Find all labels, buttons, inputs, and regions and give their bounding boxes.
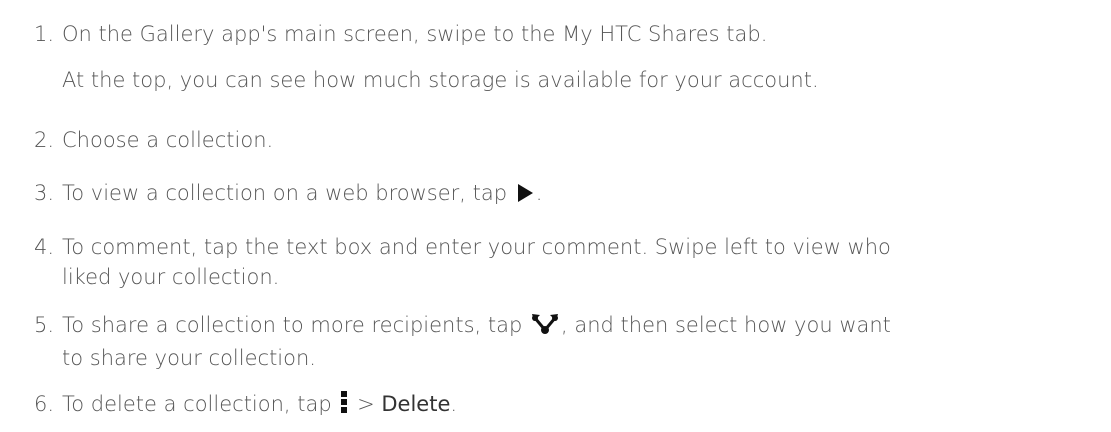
step-text: To delete a collection, tap > Delete. bbox=[62, 389, 1100, 422]
step-number: 4. bbox=[33, 235, 54, 259]
play-icon bbox=[516, 181, 534, 211]
step-6-text-after: . bbox=[450, 392, 458, 416]
step-1: 1. On the Gallery app's main screen, swi… bbox=[0, 19, 1100, 95]
step-4: 4. To comment, tap the text box and ente… bbox=[0, 232, 1100, 292]
step-1-main-text: On the Gallery app's main screen, swipe … bbox=[62, 22, 768, 46]
step-5-line1: To share a collection to more recipients… bbox=[62, 310, 1100, 343]
menu-separator: > bbox=[357, 392, 375, 416]
step-5: 5. To share a collection to more recipie… bbox=[0, 310, 1100, 373]
step-5-text-after: , and then select how you want bbox=[561, 313, 891, 337]
step-3-text-after: . bbox=[535, 181, 543, 205]
step-6: 6. To delete a collection, tap > Delete. bbox=[0, 389, 1100, 422]
step-number: 5. bbox=[33, 313, 54, 337]
share-icon bbox=[531, 313, 559, 343]
step-4-line2: liked your collection. bbox=[62, 265, 280, 289]
step-text: To share a collection to more recipients… bbox=[62, 310, 1100, 373]
more-icon bbox=[340, 390, 348, 422]
step-text: On the Gallery app's main screen, swipe … bbox=[62, 19, 1100, 95]
step-number: 6. bbox=[33, 392, 54, 416]
step-1-subtext: At the top, you can see how much storage… bbox=[62, 68, 819, 92]
step-4-line1: To comment, tap the text box and enter y… bbox=[62, 235, 891, 259]
delete-menu-item: Delete bbox=[381, 392, 451, 416]
step-3-text-before: To view a collection on a web browser, t… bbox=[62, 181, 508, 205]
step-text: To comment, tap the text box and enter y… bbox=[62, 232, 1100, 292]
step-number: 1. bbox=[33, 22, 54, 46]
step-text: To view a collection on a web browser, t… bbox=[62, 178, 1100, 211]
step-6-text-before: To delete a collection, tap bbox=[62, 392, 332, 416]
step-3: 3. To view a collection on a web browser… bbox=[0, 178, 1100, 211]
step-number: 2. bbox=[33, 128, 54, 152]
step-number: 3. bbox=[33, 181, 54, 205]
step-5-line2: to share your collection. bbox=[62, 346, 316, 370]
step-5-text-before: To share a collection to more recipients… bbox=[62, 313, 523, 337]
step-2: 2. Choose a collection. bbox=[0, 125, 1100, 155]
step-2-text: Choose a collection. bbox=[62, 128, 274, 152]
step-text: Choose a collection. bbox=[62, 125, 1100, 155]
